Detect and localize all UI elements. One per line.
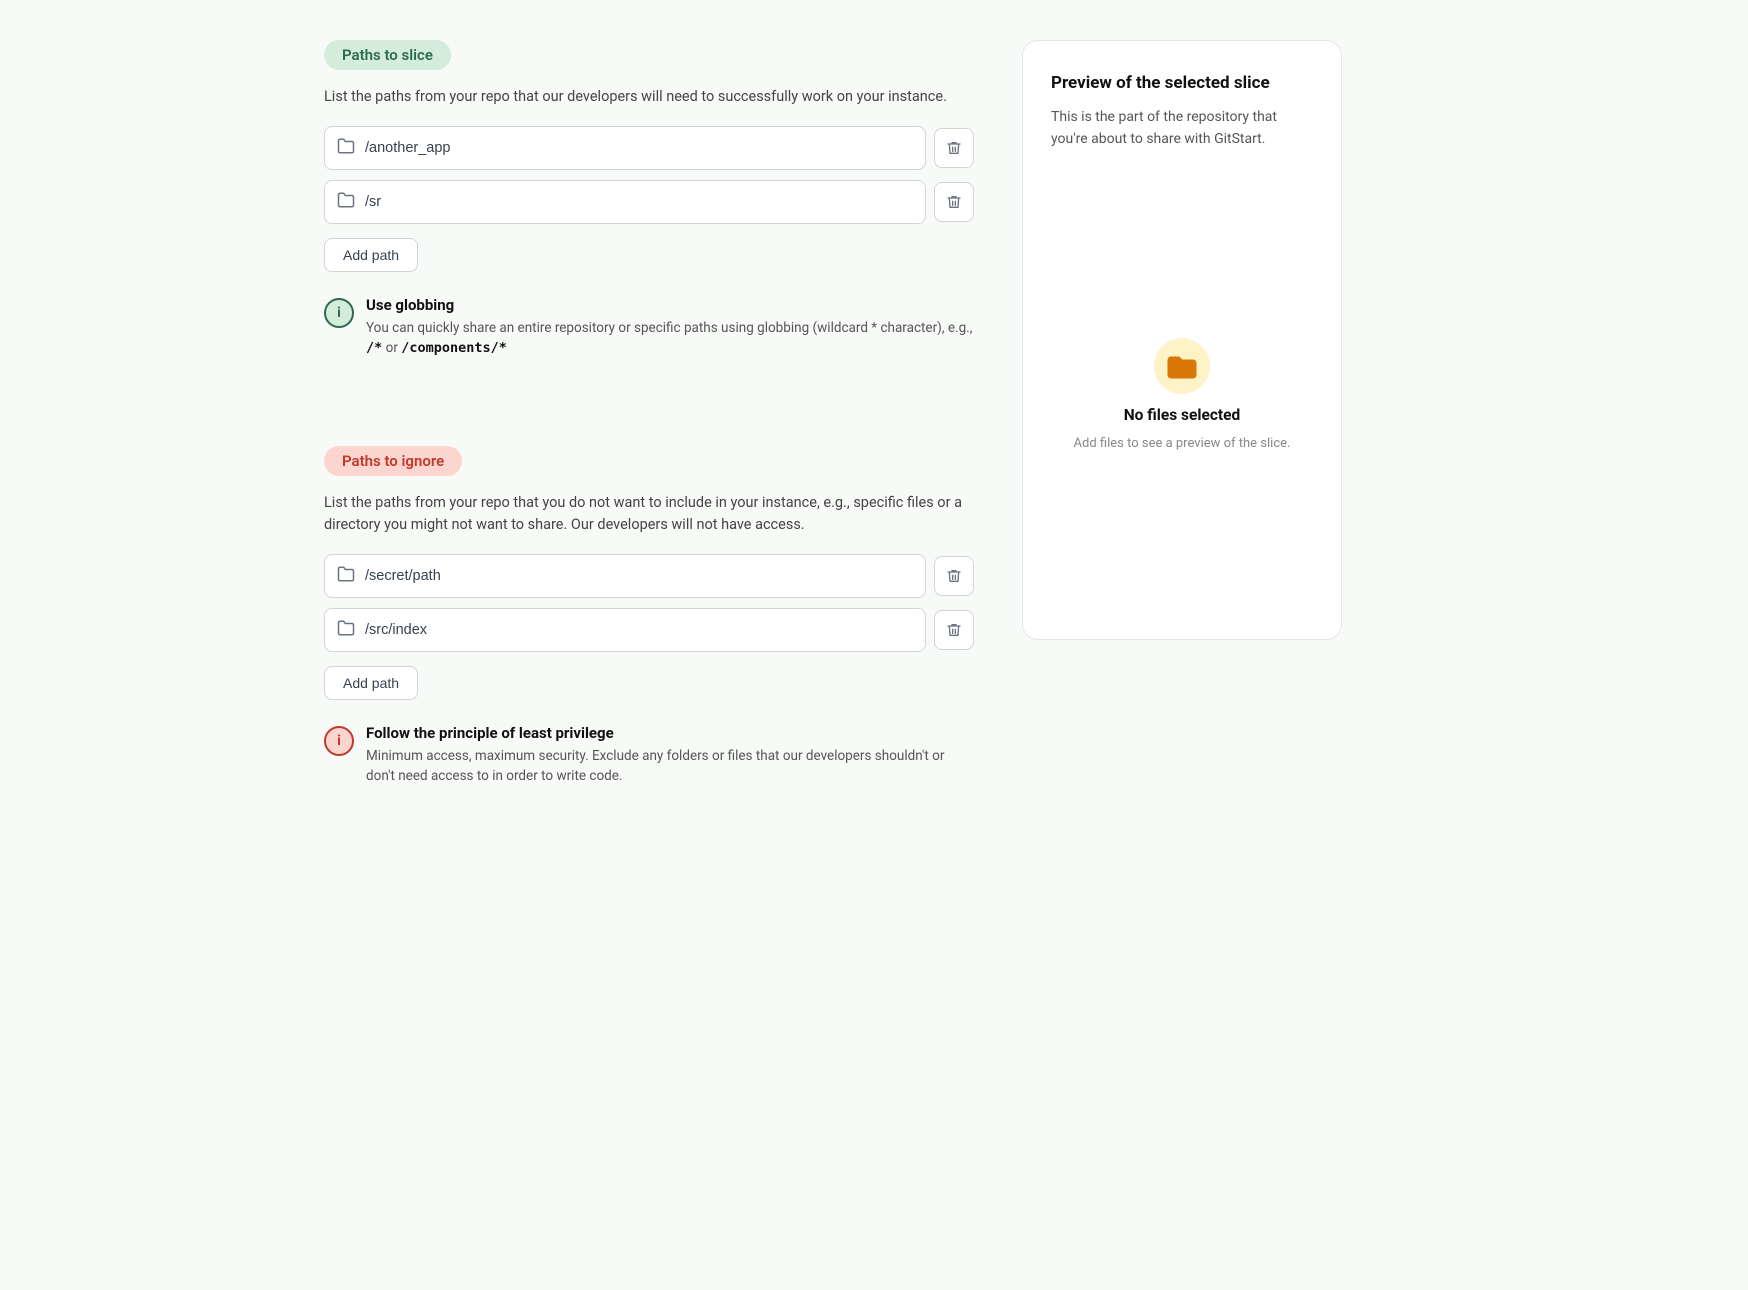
path-ignore-input-0[interactable] [365, 568, 913, 584]
path-ignore-input-1[interactable] [365, 622, 913, 638]
globbing-info-text: Use globbing You can quickly share an en… [366, 296, 974, 359]
path-ignore-row-1 [324, 608, 974, 652]
preview-empty-area: No files selected Add files to see a pre… [1051, 182, 1313, 607]
path-slice-input-wrapper-1 [324, 180, 926, 224]
delete-path-slice-1[interactable] [934, 182, 974, 222]
folder-icon-ignore-0 [337, 565, 355, 587]
globbing-info-box: i Use globbing You can quickly share an … [324, 296, 974, 359]
paths-to-slice-description: List the paths from your repo that our d… [324, 86, 974, 108]
paths-to-slice-section: Paths to slice List the paths from your … [324, 40, 974, 358]
path-slice-input-1[interactable] [365, 194, 913, 210]
privilege-info-text: Follow the principle of least privilege … [366, 724, 974, 787]
paths-to-slice-badge: Paths to slice [324, 40, 451, 70]
path-slice-row-0 [324, 126, 974, 170]
delete-path-ignore-1[interactable] [934, 610, 974, 650]
path-slice-row-1 [324, 180, 974, 224]
delete-path-ignore-0[interactable] [934, 556, 974, 596]
add-path-ignore-button[interactable]: Add path [324, 666, 418, 700]
add-path-ignore-label: Add path [343, 675, 399, 691]
page-container: Paths to slice List the paths from your … [324, 40, 1424, 1250]
privilege-info-icon: i [324, 726, 354, 756]
folder-icon-slice-1 [337, 191, 355, 213]
privilege-info-body: Minimum access, maximum security. Exclud… [366, 746, 974, 787]
section-divider [324, 398, 974, 446]
globbing-info-title: Use globbing [366, 296, 974, 314]
add-path-slice-label: Add path [343, 247, 399, 263]
paths-to-slice-list [324, 126, 974, 224]
no-files-desc: Add files to see a preview of the slice. [1074, 436, 1291, 451]
preview-description: This is the part of the repository that … [1051, 107, 1313, 150]
folder-icon-slice-0 [337, 137, 355, 159]
paths-to-ignore-list [324, 554, 974, 652]
paths-to-ignore-badge: Paths to ignore [324, 446, 462, 476]
path-ignore-row-0 [324, 554, 974, 598]
left-panel: Paths to slice List the paths from your … [324, 40, 974, 1250]
preview-title: Preview of the selected slice [1051, 73, 1313, 93]
delete-path-slice-0[interactable] [934, 128, 974, 168]
path-ignore-input-wrapper-1 [324, 608, 926, 652]
path-slice-input-wrapper-0 [324, 126, 926, 170]
globbing-info-body: You can quickly share an entire reposito… [366, 318, 974, 359]
right-panel: Preview of the selected slice This is th… [1022, 40, 1342, 1250]
preview-card: Preview of the selected slice This is th… [1022, 40, 1342, 640]
paths-to-ignore-description: List the paths from your repo that you d… [324, 492, 974, 536]
globbing-info-icon: i [324, 298, 354, 328]
preview-folder-icon [1154, 338, 1210, 394]
privilege-info-title: Follow the principle of least privilege [366, 724, 974, 742]
folder-icon-ignore-1 [337, 619, 355, 641]
no-files-title: No files selected [1124, 406, 1241, 424]
add-path-slice-button[interactable]: Add path [324, 238, 418, 272]
path-ignore-input-wrapper-0 [324, 554, 926, 598]
path-slice-input-0[interactable] [365, 140, 913, 156]
paths-to-ignore-section: Paths to ignore List the paths from your… [324, 446, 974, 786]
privilege-info-box: i Follow the principle of least privileg… [324, 724, 974, 787]
